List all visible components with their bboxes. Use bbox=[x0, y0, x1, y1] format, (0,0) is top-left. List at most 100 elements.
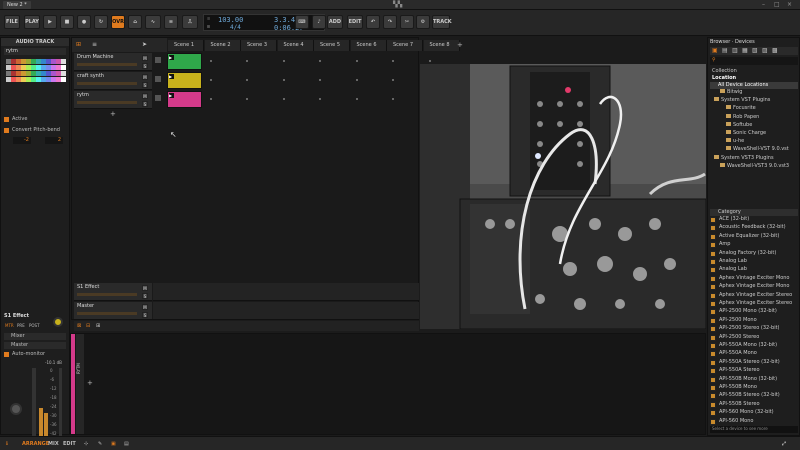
footer-arrange-icon[interactable]: ⊟ bbox=[86, 323, 90, 329]
clip-play-icon[interactable]: ▶ bbox=[169, 74, 174, 79]
convert-checkbox[interactable] bbox=[4, 128, 9, 133]
clip[interactable]: ▶ bbox=[167, 72, 202, 89]
clip-view-icon[interactable]: ⊞ bbox=[76, 41, 81, 48]
empty-clip-slot[interactable] bbox=[246, 60, 248, 62]
device-item[interactable]: API-2500 Mono (32-bit) bbox=[719, 308, 777, 314]
location-item[interactable]: Sonic Charge bbox=[726, 130, 766, 136]
location-item[interactable]: Rob Papen bbox=[726, 113, 759, 120]
browser-search-input[interactable]: ⚲ bbox=[710, 57, 798, 65]
track-stop-button[interactable] bbox=[155, 95, 161, 101]
device-item[interactable]: API-550B Mono (32-bit) bbox=[719, 376, 777, 382]
empty-clip-slot[interactable] bbox=[355, 60, 358, 62]
stop-icon[interactable]: ■ bbox=[60, 15, 74, 29]
play-icon[interactable]: ▶ bbox=[43, 15, 57, 29]
track-mute-button[interactable]: M bbox=[142, 93, 148, 99]
pointer-tool-icon[interactable]: ➤ bbox=[142, 41, 147, 48]
file-button[interactable]: FILE bbox=[4, 15, 20, 29]
pan-knob[interactable] bbox=[10, 403, 22, 415]
effect-mute-button[interactable]: M bbox=[142, 304, 148, 310]
empty-clip-slot[interactable] bbox=[319, 79, 321, 81]
panel-toggle-icon[interactable]: ▣ bbox=[111, 441, 116, 447]
device-item[interactable]: API-2500 Stereo bbox=[719, 334, 759, 340]
location-item[interactable]: u-he bbox=[726, 138, 744, 144]
active-checkbox[interactable] bbox=[4, 117, 9, 122]
tab-post[interactable]: POST bbox=[29, 323, 40, 328]
empty-clip-slot[interactable] bbox=[282, 79, 285, 81]
groove-icon[interactable]: ≡ bbox=[164, 15, 178, 29]
effect-mute-button[interactable]: M bbox=[142, 285, 148, 291]
location-item[interactable]: Softube bbox=[726, 121, 752, 128]
empty-clip-slot[interactable] bbox=[355, 98, 358, 100]
color-swatch[interactable] bbox=[61, 65, 66, 70]
color-swatch[interactable] bbox=[61, 77, 66, 82]
device-item[interactable]: Analog Lab bbox=[719, 266, 747, 272]
routing-output[interactable]: Master bbox=[4, 342, 66, 349]
empty-clip-slot[interactable] bbox=[282, 98, 285, 100]
device-item[interactable]: API-550A Mono bbox=[719, 350, 757, 356]
document-tab[interactable]: New 2 * bbox=[3, 1, 31, 9]
track-volume-bar[interactable] bbox=[77, 63, 137, 66]
empty-clip-slot[interactable] bbox=[209, 60, 212, 62]
empty-clip-slot[interactable] bbox=[392, 98, 394, 100]
location-item[interactable]: WaveShell-VST3 9.0.vst3 bbox=[720, 162, 789, 169]
layout-icon[interactable]: ▤ bbox=[124, 441, 129, 447]
clip-play-icon[interactable]: ▶ bbox=[169, 55, 174, 60]
empty-clip-slot[interactable] bbox=[319, 98, 321, 100]
device-item[interactable]: Active Equalizer (32-bit) bbox=[719, 233, 779, 239]
pencil-icon[interactable]: ✎ bbox=[98, 441, 102, 447]
midi-icon[interactable]: ♪ bbox=[312, 15, 326, 29]
color-palette[interactable] bbox=[4, 57, 66, 111]
device-item[interactable]: Aphex Vintage Exciter Stereo bbox=[719, 292, 792, 298]
tempo-display[interactable]: 103.00 bbox=[218, 16, 243, 24]
add-track-icon[interactable]: + bbox=[110, 110, 116, 118]
collection-section[interactable]: Collection bbox=[712, 68, 737, 74]
track-stop-button[interactable] bbox=[155, 76, 161, 82]
undo-icon[interactable]: ↶ bbox=[366, 15, 380, 29]
clip[interactable]: ▶ bbox=[167, 53, 202, 70]
effect-solo-button[interactable]: S bbox=[142, 293, 148, 299]
location-item[interactable]: System VST Plugins bbox=[714, 97, 770, 103]
track-solo-button[interactable]: S bbox=[142, 82, 148, 88]
device-item[interactable]: Aphex Vintage Exciter Stereo bbox=[719, 300, 792, 306]
controller-icon[interactable]: ⌨ bbox=[295, 15, 309, 29]
track-tab[interactable]: RYTM bbox=[76, 334, 84, 434]
edit-button[interactable]: EDIT bbox=[347, 15, 363, 29]
empty-clip-slot[interactable] bbox=[319, 60, 321, 62]
scene-2[interactable]: Scene 2 bbox=[204, 40, 241, 51]
category-section[interactable]: Category bbox=[710, 209, 798, 216]
scene-6[interactable]: Scene 6 bbox=[350, 40, 387, 51]
list-view-icon[interactable]: ≡ bbox=[92, 41, 97, 48]
device-item[interactable]: API-2500 Mono bbox=[719, 317, 757, 323]
footer-stop-icon[interactable]: ⊠ bbox=[77, 323, 81, 329]
scene-5[interactable]: Scene 5 bbox=[314, 40, 350, 51]
track-mute-button[interactable]: M bbox=[142, 55, 148, 61]
empty-clip-slot[interactable] bbox=[246, 79, 248, 81]
browser-tabs[interactable]: ▣ ▤ ▥ ▦ ▧ ▨ ▩ bbox=[710, 47, 798, 55]
device-item[interactable]: API-560 Mono bbox=[719, 418, 753, 424]
arrange-tab[interactable]: ARRANGE bbox=[22, 441, 49, 447]
automation-icon[interactable]: ∿ bbox=[145, 15, 161, 29]
empty-clip-slot[interactable] bbox=[392, 60, 394, 62]
footer-settings-icon[interactable]: ⊞ bbox=[96, 323, 100, 329]
empty-clip-slot[interactable] bbox=[282, 60, 285, 62]
location-item[interactable]: System VST3 Plugins bbox=[714, 154, 774, 161]
track-solo-button[interactable]: S bbox=[142, 101, 148, 107]
track-header[interactable]: rytm M S bbox=[74, 91, 152, 109]
empty-clip-slot[interactable] bbox=[428, 60, 431, 62]
device-item[interactable]: API-550A Stereo bbox=[719, 367, 760, 373]
device-item[interactable]: API-550A Stereo (32-bit) bbox=[719, 359, 780, 365]
track-header[interactable]: Drum Machine M S bbox=[74, 53, 152, 71]
track-volume-bar[interactable] bbox=[77, 101, 137, 104]
add-device-icon[interactable]: + bbox=[87, 379, 93, 387]
overdub-button[interactable]: OVR bbox=[111, 15, 125, 29]
location-item[interactable]: Bitwig bbox=[720, 89, 742, 95]
device-item[interactable]: Aphex Vintage Exciter Mono bbox=[719, 275, 789, 281]
empty-clip-slot[interactable] bbox=[246, 98, 248, 100]
punch-icon[interactable]: ⎍ bbox=[182, 15, 198, 29]
color-swatch[interactable] bbox=[61, 71, 66, 76]
device-item[interactable]: API-550B Stereo bbox=[719, 401, 760, 407]
cut-icon[interactable]: ✂ bbox=[400, 15, 414, 29]
track-stop-button[interactable] bbox=[155, 57, 161, 63]
minimize-icon[interactable]: – bbox=[762, 1, 765, 8]
color-swatch[interactable] bbox=[61, 59, 66, 64]
